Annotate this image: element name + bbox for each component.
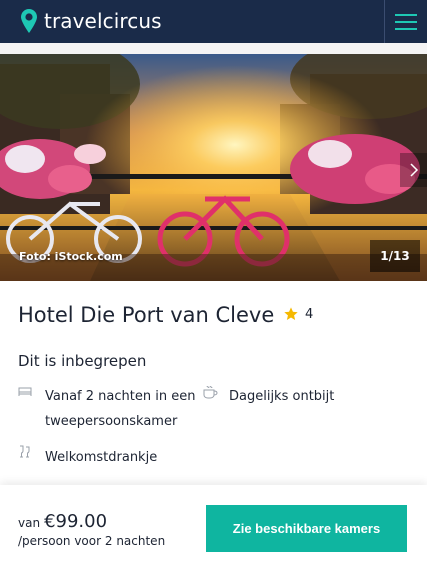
booking-footer: van €99.00 /persoon voor 2 nachten Zie b… — [0, 485, 427, 565]
price-value: €99.00 — [44, 511, 108, 532]
coffee-cup-icon — [203, 385, 218, 399]
hotel-rating: 4 — [283, 306, 313, 322]
hotel-details: Hotel Die Port van Cleve 4 Dit is inbegr… — [0, 281, 427, 485]
hotel-photo-gallery[interactable] — [0, 54, 427, 281]
top-header: travelcircus — [0, 0, 427, 43]
feature-breakfast: Dagelijks ontbijt — [202, 384, 402, 409]
hotel-name: Hotel Die Port van Cleve — [18, 303, 275, 327]
included-title: Dit is inbegrepen — [18, 352, 147, 370]
view-rooms-button[interactable]: Zie beschikbare kamers — [206, 505, 407, 552]
feature-welcome-drink-text: Welkomstdrankje — [45, 450, 158, 465]
hamburger-menu-button[interactable] — [384, 0, 427, 43]
logo[interactable]: travelcircus — [20, 6, 162, 36]
logo-text: travelcircus — [44, 9, 162, 33]
drinks-glasses-icon — [20, 445, 30, 458]
feature-breakfast-text: Dagelijks ontbijt — [229, 389, 335, 404]
hamburger-menu-icon — [395, 13, 417, 16]
price-note: /persoon voor 2 nachten — [18, 534, 166, 548]
hero-photo — [0, 54, 427, 281]
photo-counter: 1/13 — [370, 240, 420, 272]
feature-room-line2: tweepersoonskamer — [45, 414, 178, 429]
gallery-next-button[interactable] — [400, 153, 427, 187]
price-prefix: van — [18, 516, 41, 530]
feature-room: Vanaf 2 nachten in een tweepersoonskamer — [18, 384, 198, 434]
hamburger-line — [395, 27, 417, 30]
hamburger-line — [395, 20, 417, 23]
bed-icon — [18, 387, 32, 396]
feature-room-line1: Vanaf 2 nachten in een — [45, 389, 196, 404]
rating-value: 4 — [305, 306, 314, 322]
star-icon — [284, 307, 298, 320]
location-pin-icon — [21, 9, 37, 33]
chevron-right-icon — [409, 163, 418, 177]
price-line: van €99.00 — [18, 511, 107, 532]
photo-credit: Foto: iStock.com — [19, 250, 123, 263]
feature-welcome-drink: Welkomstdrankje — [18, 445, 218, 470]
